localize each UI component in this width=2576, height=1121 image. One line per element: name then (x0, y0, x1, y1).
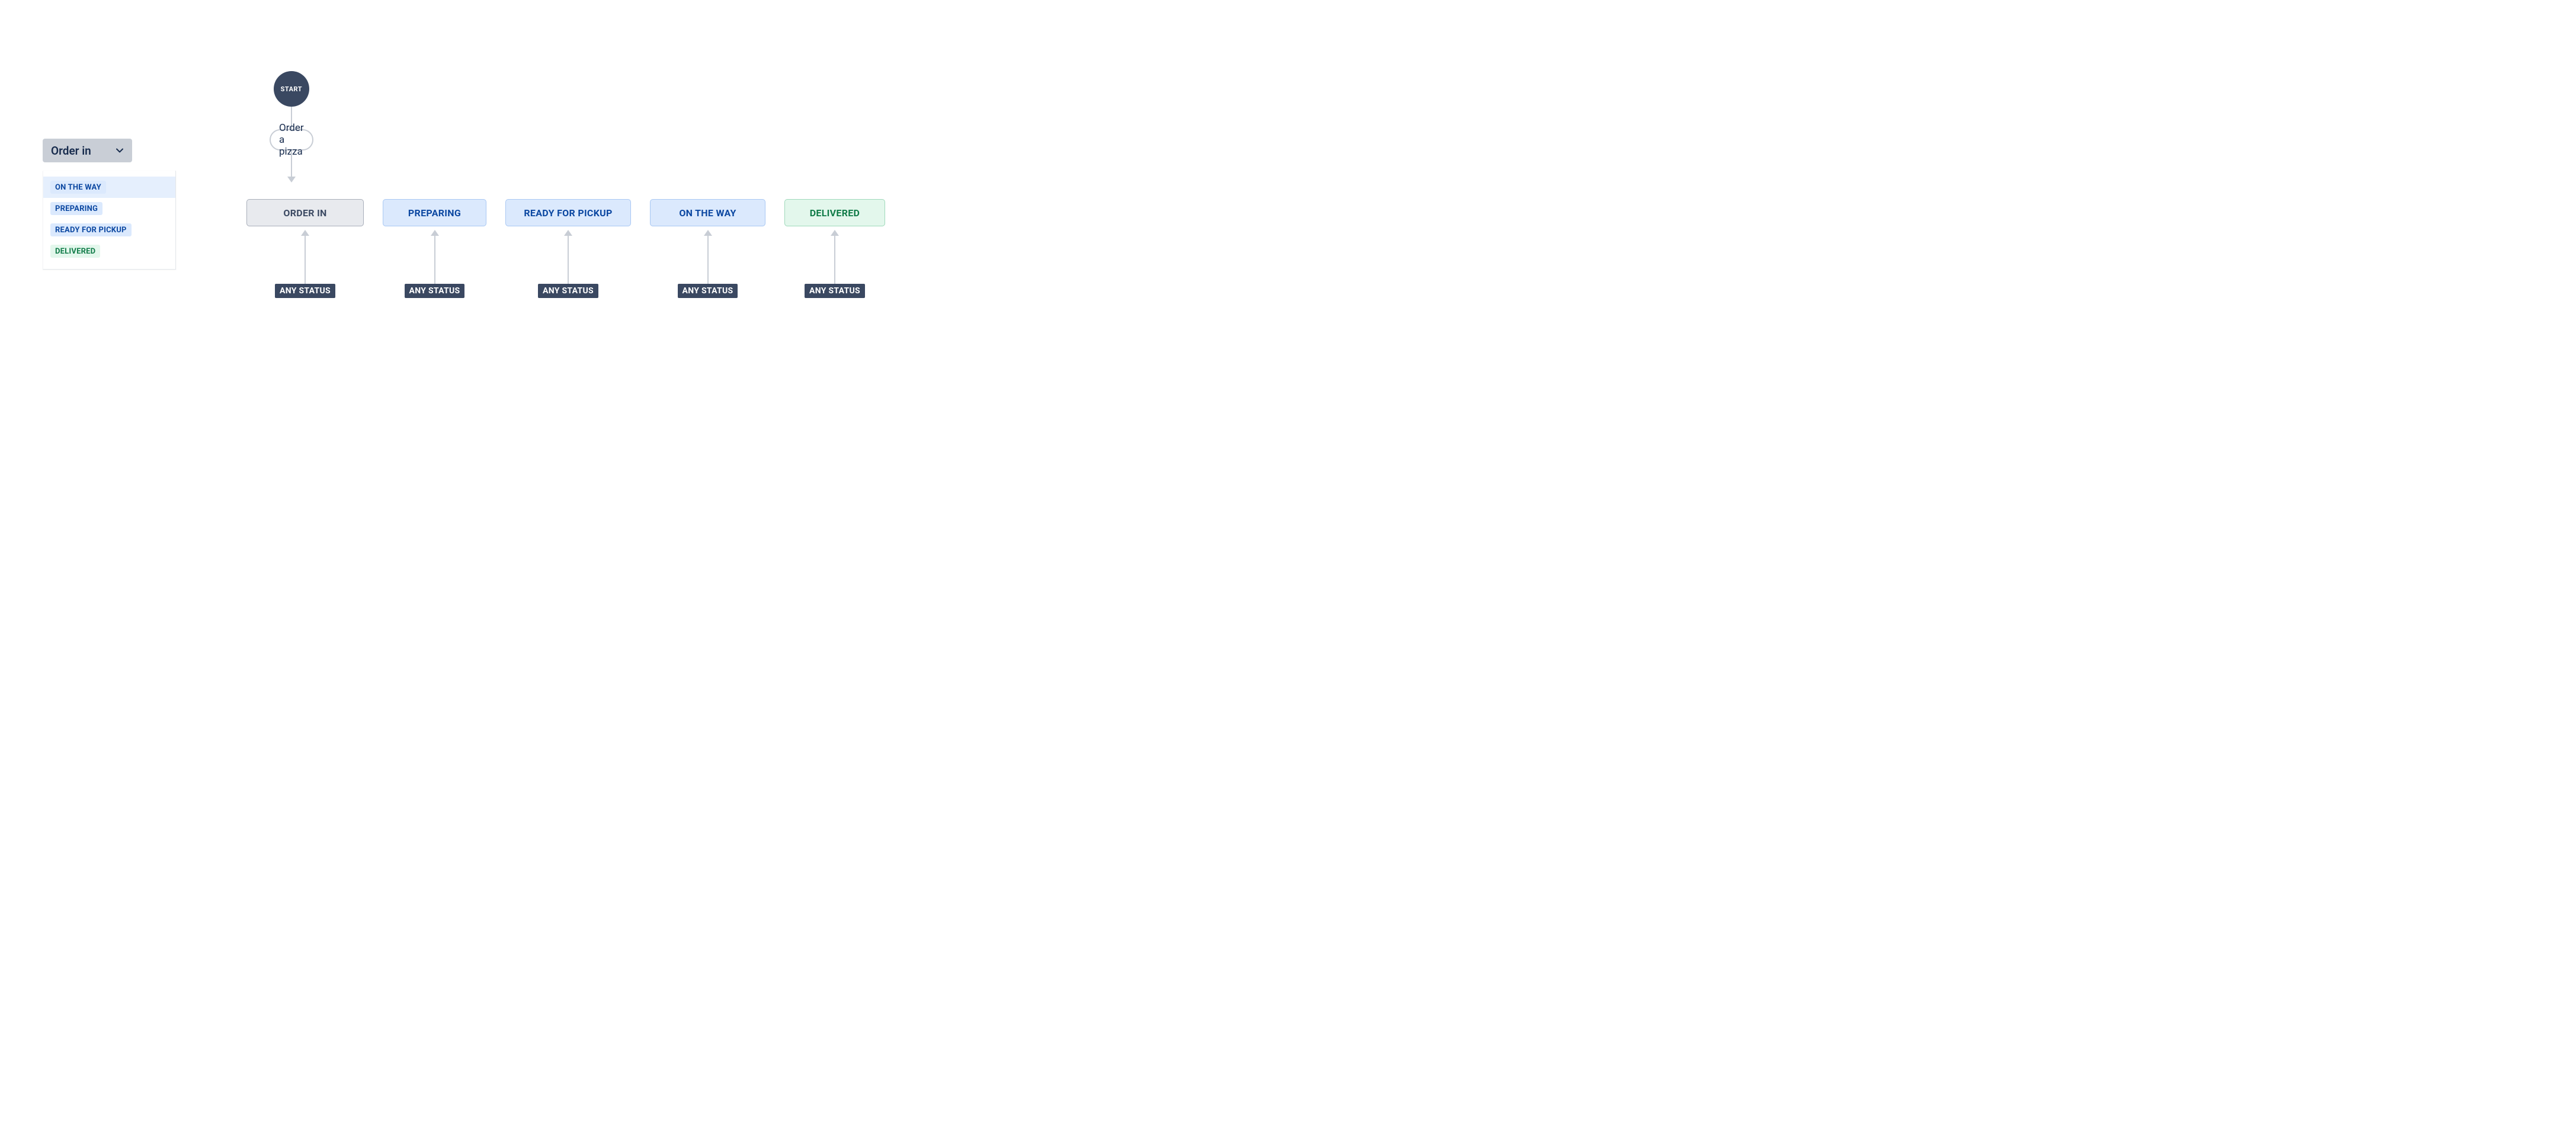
workflow-column-preparing: PREPARING ANY STATUS (383, 199, 486, 298)
state-node-preparing[interactable]: PREPARING (383, 199, 486, 226)
start-node-label: START (281, 85, 302, 93)
connector-arrow-up (431, 230, 439, 284)
state-label: ORDER IN (283, 207, 326, 219)
any-status-label: ANY STATUS (409, 286, 460, 296)
any-status-source[interactable]: ANY STATUS (678, 284, 738, 298)
state-label: PREPARING (408, 207, 461, 219)
transition-node-order-a-pizza[interactable]: Order a pizza (270, 129, 313, 150)
workflow-column-on-the-way: ON THE WAY ANY STATUS (650, 199, 765, 298)
status-chip: PREPARING (50, 202, 102, 215)
status-option-delivered[interactable]: DELIVERED (43, 241, 175, 262)
any-status-source[interactable]: ANY STATUS (805, 284, 865, 298)
status-dropdown-panel: ON THE WAY PREPARING READY FOR PICKUP DE… (43, 171, 176, 270)
status-dropdown-label: Order in (51, 144, 116, 158)
any-status-label: ANY STATUS (543, 286, 594, 296)
workflow-column-ready-for-pickup: READY FOR PICKUP ANY STATUS (505, 199, 631, 298)
arrow-down-icon (287, 177, 296, 182)
chevron-down-icon (116, 146, 124, 155)
any-status-source[interactable]: ANY STATUS (275, 284, 335, 298)
any-status-label: ANY STATUS (280, 286, 331, 296)
workflow-states-row: ORDER IN ANY STATUS PREPARING (246, 199, 885, 298)
status-chip: ON THE WAY (50, 181, 106, 194)
status-chip: READY FOR PICKUP (50, 223, 132, 236)
connector-arrow-up (301, 230, 309, 284)
any-status-label: ANY STATUS (683, 286, 733, 296)
status-option-ready-for-pickup[interactable]: READY FOR PICKUP (43, 219, 175, 241)
any-status-source[interactable]: ANY STATUS (405, 284, 465, 298)
state-label: DELIVERED (810, 207, 860, 219)
status-chip: DELIVERED (50, 245, 100, 258)
any-status-source[interactable]: ANY STATUS (538, 284, 598, 298)
state-node-order-in[interactable]: ORDER IN (246, 199, 364, 226)
connector-arrow-up (831, 230, 839, 284)
status-sidebar: Order in ON THE WAY PREPARING READY FOR … (43, 139, 176, 270)
status-option-preparing[interactable]: PREPARING (43, 198, 175, 219)
connector-arrow-down (287, 150, 296, 182)
status-dropdown[interactable]: Order in (43, 139, 132, 162)
state-node-delivered[interactable]: DELIVERED (784, 199, 885, 226)
workflow-column-delivered: DELIVERED ANY STATUS (784, 199, 885, 298)
start-node[interactable]: START (274, 71, 309, 107)
state-label: READY FOR PICKUP (524, 207, 612, 219)
workflow-canvas: Order in ON THE WAY PREPARING READY FOR … (0, 0, 924, 415)
start-branch: START Order a pizza (270, 71, 313, 182)
any-status-label: ANY STATUS (809, 286, 860, 296)
state-node-ready-for-pickup[interactable]: READY FOR PICKUP (505, 199, 631, 226)
state-node-on-the-way[interactable]: ON THE WAY (650, 199, 765, 226)
status-option-on-the-way[interactable]: ON THE WAY (43, 177, 175, 198)
workflow-column-order-in: ORDER IN ANY STATUS (246, 199, 364, 298)
connector-arrow-up (704, 230, 712, 284)
connector-arrow-up (564, 230, 572, 284)
state-label: ON THE WAY (679, 207, 736, 219)
